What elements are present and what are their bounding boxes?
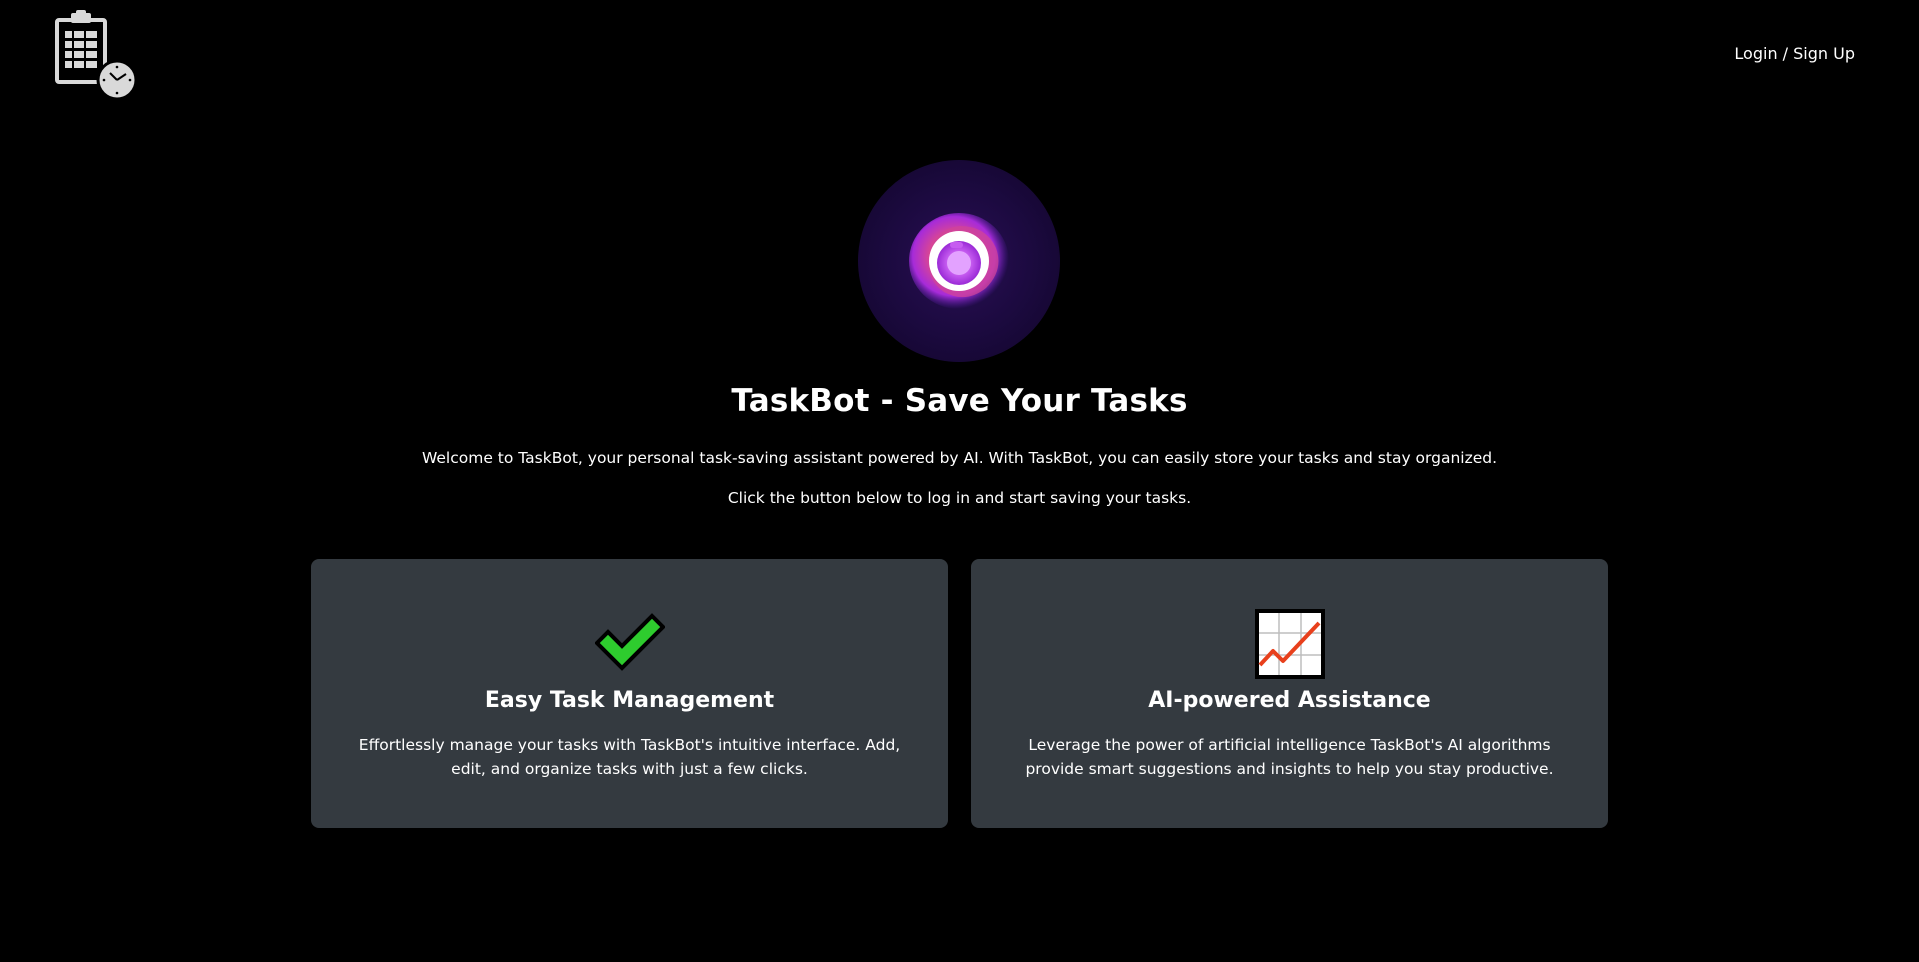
feature-title: Easy Task Management — [484, 688, 775, 713]
feature-description: Leverage the power of artificial intelli… — [1025, 736, 1554, 778]
intro-cta-text: Click the button below to log in and sta… — [727, 489, 1192, 507]
check-mark-icon — [593, 609, 666, 679]
landing-page: Login / Sign Up TaskBot - Save Your Task… — [0, 0, 1919, 962]
clipboard-clock-icon[interactable] — [52, 10, 138, 101]
intro-text: Welcome to TaskBot, your personal task-s… — [421, 449, 1498, 467]
feature-card-ai-assistance: AI-powered Assistance Leverage the power… — [971, 559, 1608, 828]
feature-card-task-management: Easy Task Management Effortlessly manage… — [311, 559, 948, 828]
login-signup-link[interactable]: Login / Sign Up — [1734, 44, 1855, 63]
chart-increasing-icon — [1254, 609, 1325, 679]
feature-description: Effortlessly manage your tasks with Task… — [358, 736, 901, 778]
feature-title: AI-powered Assistance — [1148, 688, 1431, 713]
page-title: TaskBot - Save Your Tasks — [731, 383, 1188, 419]
ai-orb-icon — [858, 160, 1060, 362]
